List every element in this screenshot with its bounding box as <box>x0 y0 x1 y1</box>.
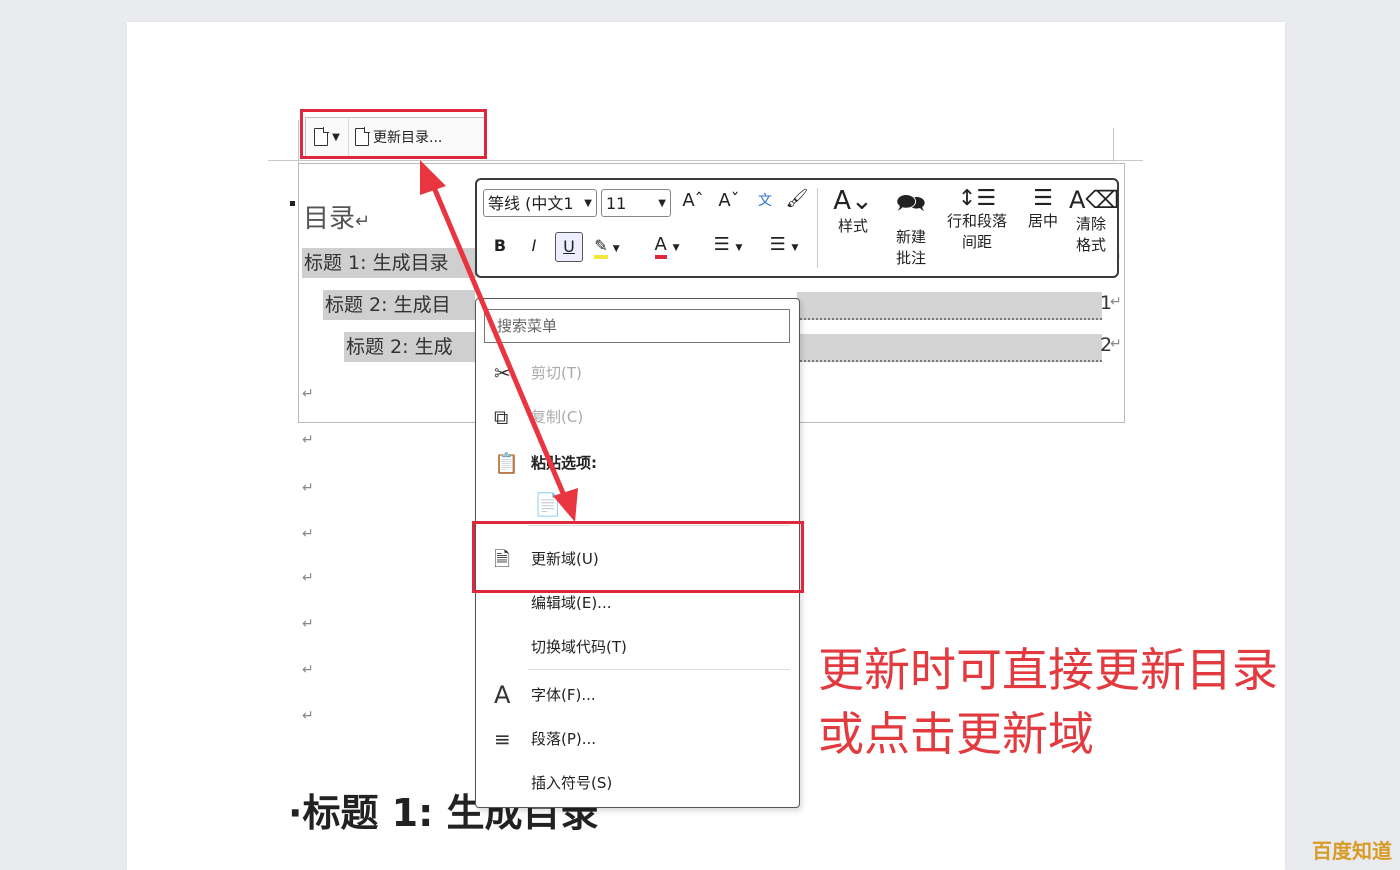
annotation-line-1: 更新时可直接更新目录 <box>818 643 1278 697</box>
red-double-arrow <box>420 160 578 522</box>
annotation-line-2: 或点击更新域 <box>818 707 1094 761</box>
watermark-logo: 百度知道 <box>1312 839 1392 863</box>
